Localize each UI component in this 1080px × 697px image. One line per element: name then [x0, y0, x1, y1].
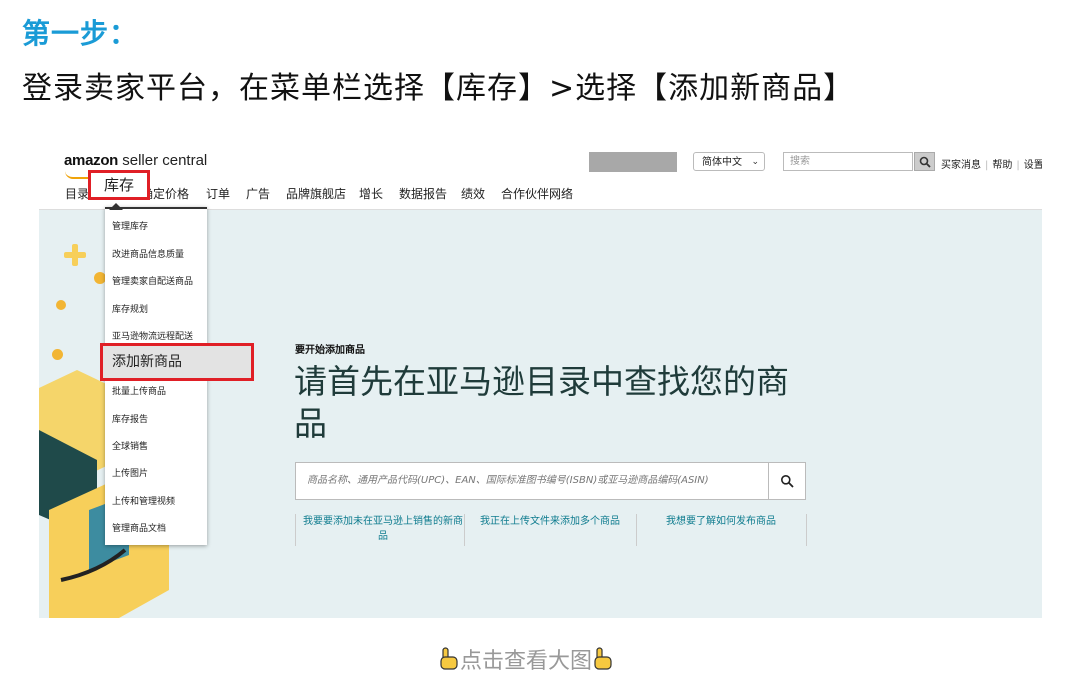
caret-up-icon [109, 203, 123, 210]
menu-item-improve-listing-quality[interactable]: 改进商品信息质量 [112, 247, 184, 260]
nav-item-partner-network[interactable]: 合作伙伴网络 [501, 185, 573, 202]
decorative-dot [56, 300, 66, 310]
nav-item-performance[interactable]: 绩效 [461, 185, 485, 202]
nav-item-catalog[interactable]: 目录 [65, 185, 89, 202]
seller-central-screenshot: amazon seller central 简体中文 ⌄ 搜索 买家消息 | 帮助 |… [39, 138, 1042, 618]
search-icon [919, 156, 931, 168]
nav-item-reports[interactable]: 数据报告 [399, 185, 447, 202]
decorative-dot [52, 349, 63, 360]
nav-item-ads[interactable]: 广告 [246, 185, 270, 202]
link-divider [295, 514, 296, 546]
pointing-hand-icon [594, 647, 612, 670]
step-title: 第一步： [22, 17, 139, 50]
menu-item-upload-images[interactable]: 上传图片 [112, 466, 148, 479]
help-link[interactable]: 帮助 [992, 160, 1012, 171]
header-search-input[interactable]: 搜索 [783, 152, 913, 171]
add-new-product-link[interactable]: 我要要添加未在亚马逊上销售的新商品 [303, 514, 463, 544]
redacted-account-box [589, 152, 677, 172]
view-larger-link[interactable]: 点击查看大图 [438, 643, 614, 675]
menu-item-manage-videos[interactable]: 上传和管理视频 [112, 494, 175, 507]
hero-label: 要开始添加商品 [295, 345, 365, 356]
search-icon [781, 475, 794, 488]
header-links: 买家消息 | 帮助 | 设置 [941, 160, 1042, 171]
language-select[interactable]: 简体中文 ⌄ [693, 152, 765, 171]
buyer-messages-link[interactable]: 买家消息 [941, 160, 981, 171]
amazon-seller-central-logo[interactable]: amazon seller central [64, 152, 207, 169]
menu-item-remote-fulfillment[interactable]: 亚马逊物流远程配送 [112, 329, 193, 342]
learn-listing-link[interactable]: 我想要了解如何发布商品 [637, 514, 805, 529]
menu-item-inventory-reports[interactable]: 库存报告 [112, 412, 148, 425]
link-divider [806, 514, 807, 546]
menu-item-inventory-planning[interactable]: 库存规划 [112, 302, 148, 315]
catalog-search-input[interactable]: 商品名称、通用产品代码(UPC)、EAN、国际标准图书编号(ISBN)或亚马逊商… [295, 462, 768, 500]
menu-item-add-product-highlighted[interactable]: 添加新商品 [100, 343, 254, 381]
chevron-down-icon: ⌄ [751, 157, 759, 167]
nav-item-stores[interactable]: 品牌旗舰店 [286, 185, 346, 202]
menu-item-manage-inventory[interactable]: 管理库存 [112, 219, 148, 232]
menu-item-manage-fbm[interactable]: 管理卖家自配送商品 [112, 274, 193, 287]
hero-title: 请首先在亚马逊目录中查找您的商品 [294, 362, 789, 443]
logo-brand: amazon [64, 152, 119, 169]
nav-item-orders[interactable]: 订单 [206, 185, 230, 202]
decorative-plus [72, 244, 78, 266]
nav-item-growth[interactable]: 增长 [359, 185, 383, 202]
instruction-text: 登录卖家平台，在菜单栏选择【库存】>选择【添加新商品】 [22, 71, 855, 106]
language-value: 简体中文 [702, 157, 742, 168]
header-search-button[interactable] [914, 152, 935, 171]
menu-item-global-selling[interactable]: 全球销售 [112, 439, 148, 452]
menu-item-bulk-upload[interactable]: 批量上传商品 [112, 384, 166, 397]
settings-link[interactable]: 设置 [1024, 160, 1042, 171]
catalog-search-button[interactable] [768, 462, 806, 500]
bulk-upload-link[interactable]: 我正在上传文件来添加多个商品 [465, 514, 635, 529]
pointing-hand-icon [440, 647, 458, 670]
footer-text: 点击查看大图 [460, 649, 593, 674]
menu-item-product-documents[interactable]: 管理商品文档 [112, 521, 166, 534]
logo-product: seller central [118, 152, 208, 169]
nav-item-inventory-highlighted[interactable]: 库存 [88, 170, 150, 200]
